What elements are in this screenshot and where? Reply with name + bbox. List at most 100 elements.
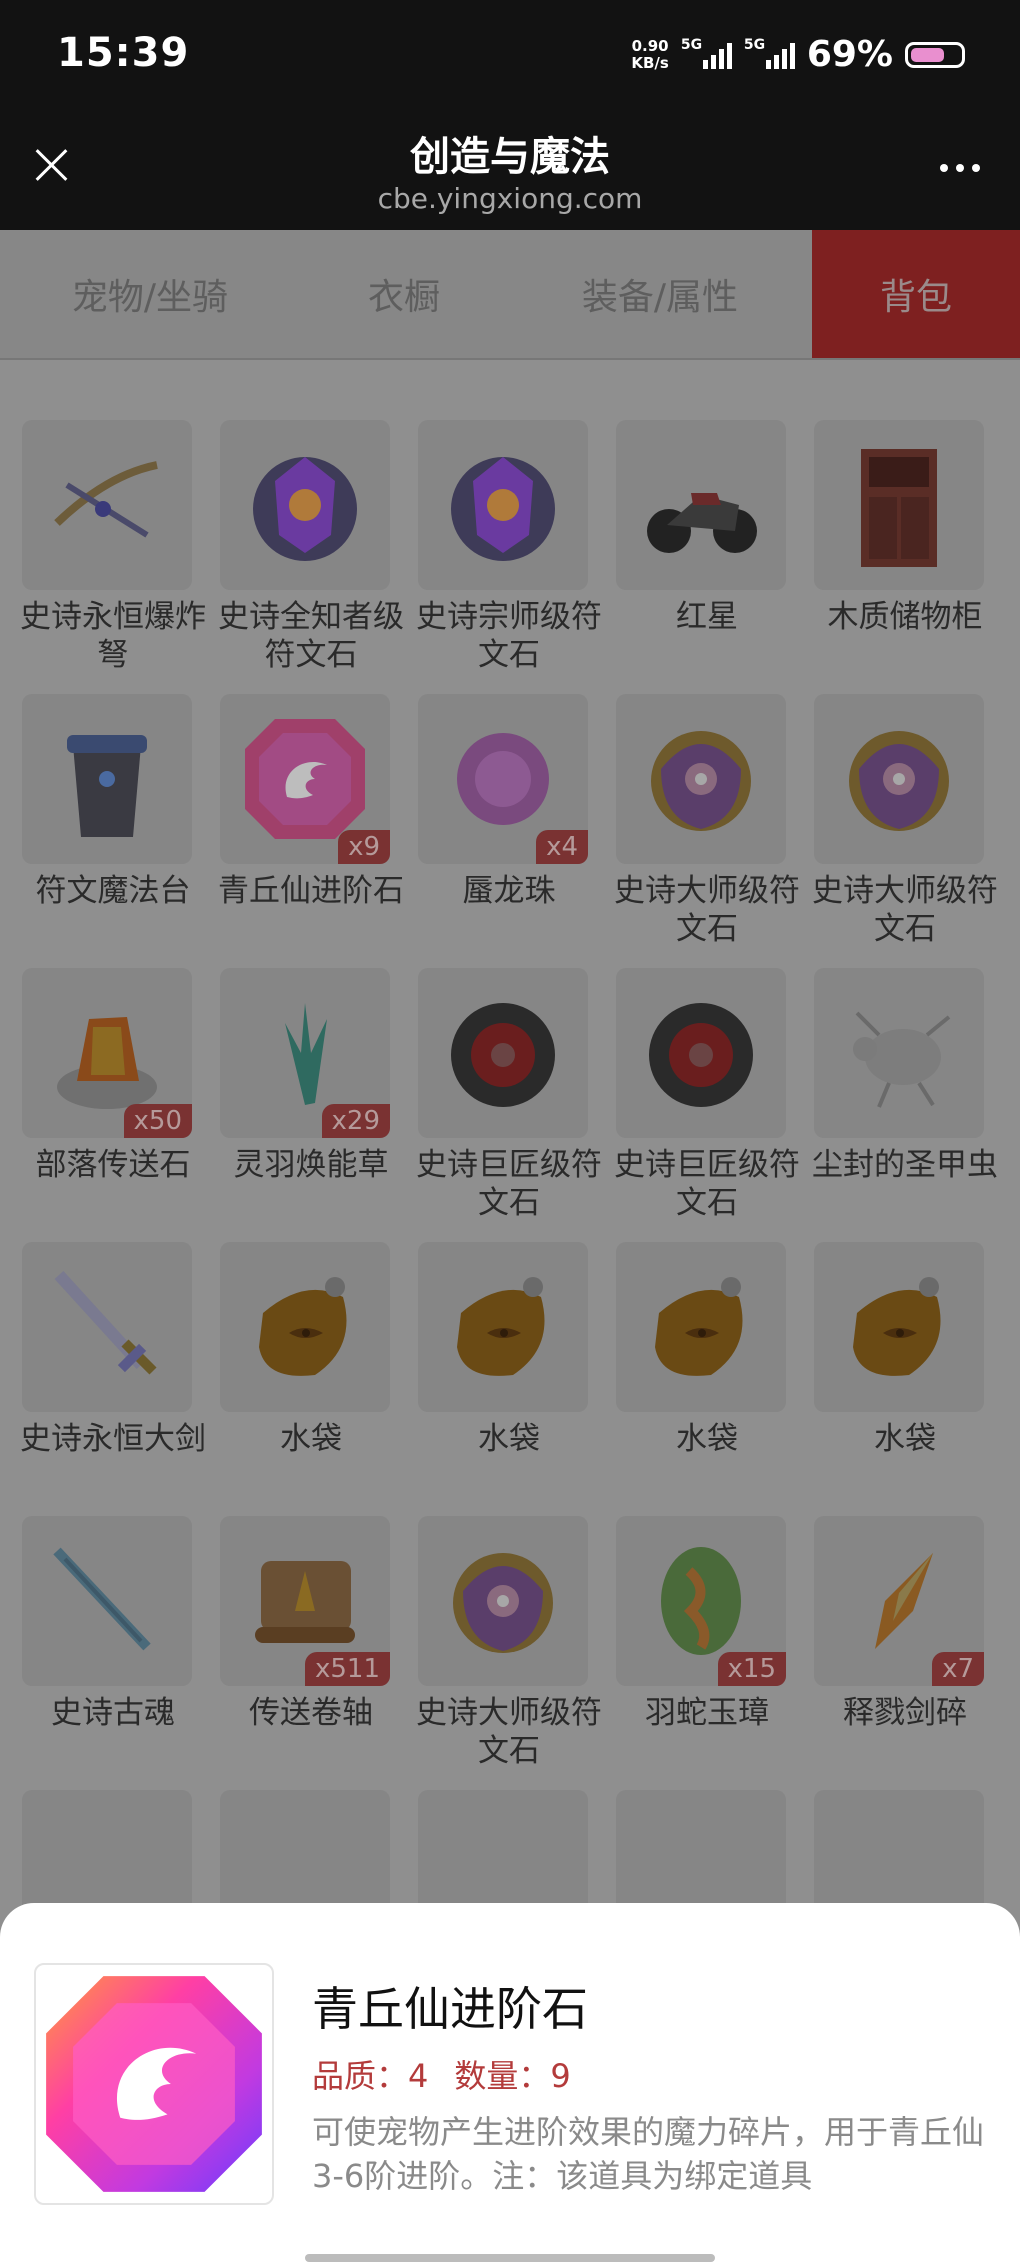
item-slot[interactable]: [814, 968, 984, 1138]
item-slot[interactable]: [22, 1790, 192, 1908]
feather-grass-icon: [285, 1003, 327, 1105]
item-name: 史诗全知者级符文石: [218, 599, 404, 673]
item-slot[interactable]: [418, 968, 588, 1138]
item-slot[interactable]: x9: [220, 694, 390, 864]
inventory-item[interactable]: x7 释戮剑碎: [806, 1516, 1004, 1776]
inventory-item[interactable]: 魔像召唤器: [608, 358, 806, 406]
gold-rune-icon: [651, 731, 751, 831]
item-slot[interactable]: [220, 1242, 390, 1412]
item-slot[interactable]: [616, 694, 786, 864]
item-slot[interactable]: [616, 1790, 786, 1908]
item-name: 史诗古魂: [51, 1695, 175, 1731]
category-tabs: 宠物/坐骑 衣橱 装备/属性 背包: [0, 230, 1020, 360]
item-slot[interactable]: [418, 1790, 588, 1908]
tab-equipment[interactable]: 装备/属性: [508, 230, 812, 358]
item-title: 青丘仙进阶石: [312, 1982, 588, 2036]
inventory-item[interactable]: 史诗永恒爆炸弩: [14, 420, 212, 680]
item-slot[interactable]: [22, 420, 192, 590]
inventory-item[interactable]: 水袋: [410, 1242, 608, 1502]
item-count-badge: x15: [717, 1652, 786, 1686]
item-slot[interactable]: [814, 1242, 984, 1412]
water-bag-icon: [457, 1277, 545, 1376]
rune-altar-icon: [67, 735, 147, 837]
inventory-item[interactable]: x4 蜃龙珠: [410, 694, 608, 954]
inventory-item[interactable]: 水袋: [212, 1242, 410, 1502]
inventory-item[interactable]: 符文魔法台: [14, 694, 212, 954]
item-slot[interactable]: [22, 694, 192, 864]
item-description: 可使宠物产生进阶效果的魔力碎片，用于青丘仙3-6阶进阶。注：该道具为绑定道具: [312, 2113, 985, 2195]
dragon-pearl-icon: [457, 733, 549, 825]
tab-backpack[interactable]: 背包: [812, 230, 1020, 358]
item-slot[interactable]: x7: [814, 1516, 984, 1686]
inventory-item[interactable]: 史诗全知者级符文石: [212, 420, 410, 680]
item-slot[interactable]: [814, 1790, 984, 1908]
item-slot[interactable]: x50: [22, 968, 192, 1138]
item-slot[interactable]: x4: [418, 694, 588, 864]
item-name: 水袋: [676, 1421, 738, 1457]
inventory-item[interactable]: 史诗大师级符文石: [806, 694, 1004, 954]
item-name: 水袋: [874, 1421, 936, 1457]
inventory-item[interactable]: x511 传送卷轴: [212, 1516, 410, 1776]
purple-rune-icon: [253, 457, 357, 561]
battery-icon: [905, 41, 965, 68]
item-count-badge: x9: [338, 830, 390, 864]
tribe-stone-icon: [57, 1017, 157, 1109]
inventory-item[interactable]: 炉石: [410, 358, 608, 406]
item-slot[interactable]: [616, 1242, 786, 1412]
item-slot[interactable]: [22, 1516, 192, 1686]
item-slot[interactable]: [814, 420, 984, 590]
inventory-item[interactable]: 水袋: [806, 1242, 1004, 1502]
network-speed-unit: KB/s: [631, 53, 669, 72]
inventory-item[interactable]: 尘封的圣甲虫: [806, 968, 1004, 1228]
signal-network-label: 5G: [680, 36, 703, 53]
inventory-item[interactable]: 红星: [608, 420, 806, 680]
inventory-item[interactable]: 音律螺·宫: [14, 358, 212, 406]
inventory-item[interactable]: 神秘龙蛋: [212, 358, 410, 406]
tab-wardrobe[interactable]: 衣橱: [300, 230, 508, 358]
item-slot[interactable]: [616, 968, 786, 1138]
item-slot[interactable]: [220, 1790, 390, 1908]
inventory-grid: 音律螺·宫神秘龙蛋炉石魔像召唤器史诗永恒双斧史诗永恒爆炸弩史诗全知者级符文石史诗…: [0, 358, 1020, 1908]
home-indicator[interactable]: [305, 2254, 715, 2262]
item-count-badge: x29: [321, 1104, 390, 1138]
page-title: 创造与魔法: [410, 134, 610, 180]
inventory-item[interactable]: 史诗古魂: [14, 1516, 212, 1776]
item-slot[interactable]: [616, 420, 786, 590]
water-bag-icon: [853, 1277, 941, 1376]
item-slot[interactable]: x15: [616, 1516, 786, 1686]
inventory-item[interactable]: 史诗永恒大剑: [14, 1242, 212, 1502]
item-name: 音律螺·宫: [14, 358, 212, 362]
network-speed-value: 0.90: [631, 36, 669, 55]
item-slot[interactable]: [814, 694, 984, 864]
inventory-item[interactable]: 史诗大师级符文石: [410, 1516, 608, 1776]
signal-icon: 5G: [681, 37, 732, 69]
item-slot[interactable]: x511: [220, 1516, 390, 1686]
inventory-item[interactable]: 水袋: [608, 1242, 806, 1502]
inventory-item[interactable]: 史诗大师级符文石: [608, 694, 806, 954]
gold-rune-icon: [453, 1553, 553, 1653]
item-name: 史诗永恒爆炸弩: [20, 599, 206, 673]
inventory-item[interactable]: x9 青丘仙进阶石: [212, 694, 410, 954]
inventory-item[interactable]: 史诗宗师级符文石: [410, 420, 608, 680]
item-slot[interactable]: [418, 1242, 588, 1412]
item-name: 青丘仙进阶石: [218, 873, 404, 909]
inventory-item[interactable]: 史诗巨匠级符文石: [410, 968, 608, 1228]
item-slot[interactable]: [418, 420, 588, 590]
greatsword-icon: [54, 1270, 157, 1375]
item-slot[interactable]: [22, 1242, 192, 1412]
item-count-badge: x7: [932, 1652, 984, 1686]
inventory-item[interactable]: x50 部落传送石: [14, 968, 212, 1228]
inventory-item[interactable]: x15 羽蛇玉璋: [608, 1516, 806, 1776]
inventory-item[interactable]: 史诗永恒双斧: [806, 358, 1004, 406]
inventory-item[interactable]: x29 灵羽焕能草: [212, 968, 410, 1228]
gold-rune-icon: [849, 731, 949, 831]
item-slot[interactable]: x29: [220, 968, 390, 1138]
item-slot[interactable]: [418, 1516, 588, 1686]
inventory-item[interactable]: 木质储物柜: [806, 420, 1004, 680]
tab-pets-mounts[interactable]: 宠物/坐骑: [0, 230, 300, 358]
item-name: 羽蛇玉璋: [645, 1695, 769, 1731]
item-slot[interactable]: [220, 420, 390, 590]
inventory-item[interactable]: 史诗巨匠级符文石: [608, 968, 806, 1228]
more-options-icon[interactable]: [940, 164, 980, 172]
status-time: 15:39: [57, 30, 190, 76]
